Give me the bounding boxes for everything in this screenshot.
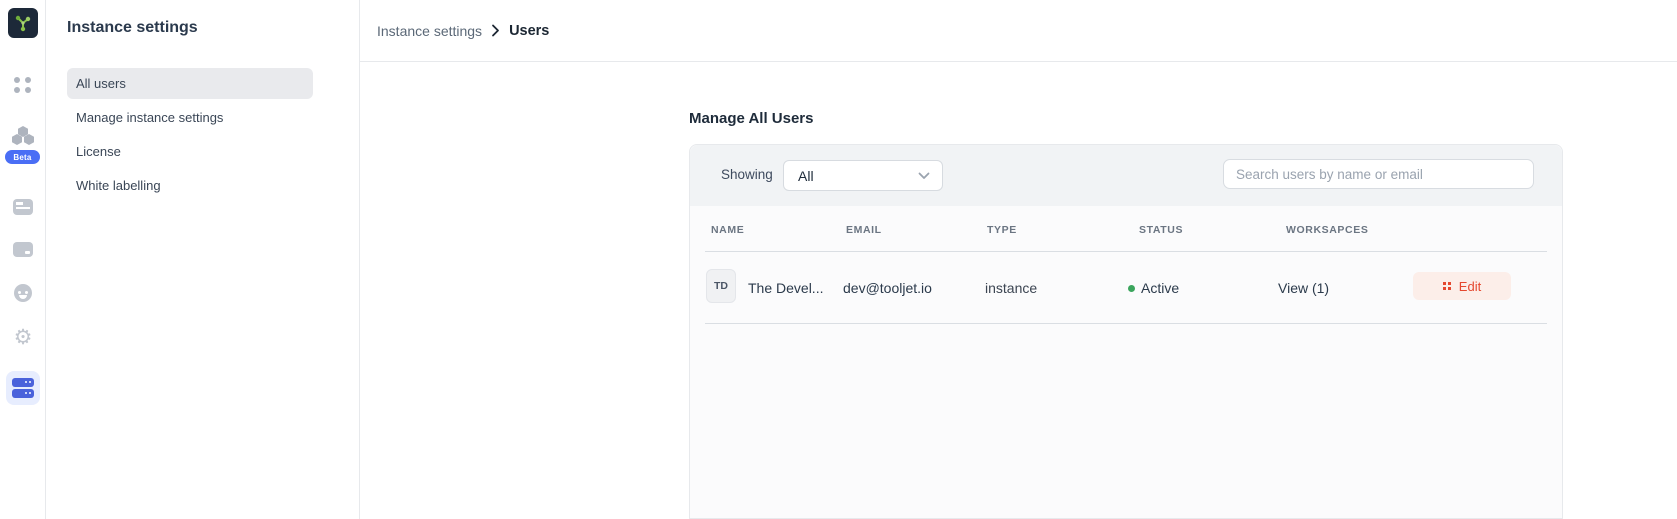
server-icon [12,378,34,387]
settings-sidebar: Instance settings All users Manage insta… [46,0,360,519]
settings-gear-icon[interactable]: ⚙ [0,329,46,347]
sidebar-item-label: License [76,144,121,159]
dropdown-value: All [798,168,918,184]
user-name: The Devel... [748,280,823,296]
sidebar-item-white-labelling[interactable]: White labelling [67,170,313,201]
table-header: NAME EMAIL TYPE STATUS WORKSAPCES [690,216,1562,246]
sidebar-item-license[interactable]: License [67,136,313,167]
apps-icon[interactable] [0,77,46,93]
instance-settings-page: Beta ⚙ Instance settings All users Manag… [0,0,1677,519]
column-header-type: TYPE [987,224,1017,236]
sidebar-item-all-users[interactable]: All users [67,68,313,99]
search-input[interactable] [1223,159,1534,189]
chevron-down-icon [918,172,930,180]
icon-rail: Beta ⚙ [0,0,46,519]
user-email: dev@tooljet.io [843,280,932,296]
user-filter-dropdown[interactable]: All [783,160,943,191]
sidebar-title: Instance settings [67,19,198,37]
data-sources-icon[interactable] [0,126,46,144]
tooljet-logo-icon [14,14,32,32]
page-title: Manage All Users [689,110,814,127]
view-workspaces-link[interactable]: View (1) [1278,280,1329,296]
user-type: instance [985,280,1037,296]
edit-user-button[interactable]: Edit [1413,272,1511,300]
edit-button-label: Edit [1459,279,1481,294]
workflows-icon[interactable] [0,199,46,215]
status-badge: Active [1141,280,1179,296]
table-row: TD The Devel... dev@tooljet.io instance … [690,252,1562,323]
workspace-icon[interactable] [0,284,46,302]
chevron-right-icon [491,24,500,37]
status-dot-icon [1128,285,1135,292]
sidebar-item-label: All users [76,76,126,91]
instance-settings-icon[interactable] [6,371,40,405]
filter-bar: Showing All [690,145,1562,206]
tooljet-logo[interactable] [8,8,38,38]
sidebar-item-label: Manage instance settings [76,110,223,125]
column-header-email: EMAIL [846,224,882,236]
sidebar-item-manage-instance-settings[interactable]: Manage instance settings [67,102,313,133]
server-icon [12,389,34,398]
showing-label: Showing [721,167,773,182]
beta-badge: Beta [5,150,40,164]
breadcrumb: Instance settings Users [360,0,1677,62]
column-header-status: STATUS [1139,224,1183,236]
column-header-workspaces: WORKSAPCES [1286,224,1368,236]
breadcrumb-parent[interactable]: Instance settings [377,23,482,39]
avatar: TD [706,269,736,303]
table-divider [705,323,1547,324]
marketplace-icon[interactable] [0,242,46,257]
column-header-name: NAME [711,224,744,236]
drag-dots-icon [1443,282,1451,290]
sidebar-item-label: White labelling [76,178,161,193]
breadcrumb-current: Users [509,23,549,39]
users-card: Showing All NAME EMAIL TYPE STATUS WORKS… [689,144,1563,519]
